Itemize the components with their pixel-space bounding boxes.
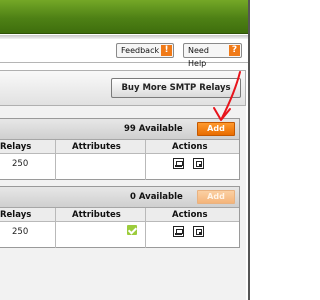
checkmark-icon	[127, 225, 137, 235]
add-relay-button-disabled[interactable]: Add	[197, 190, 235, 204]
column-header-relays: Relays	[0, 142, 32, 152]
available-count: 99 Available	[124, 124, 183, 134]
available-count: 0 Available	[130, 192, 183, 202]
exclamation-icon: !	[161, 45, 172, 56]
question-icon: ?	[229, 45, 240, 56]
column-header-attributes: Attributes	[72, 210, 121, 220]
relays-value: 250	[12, 227, 29, 237]
edit-icon[interactable]	[173, 226, 184, 237]
table-row: 250	[0, 155, 239, 173]
view-details-icon[interactable]	[193, 226, 204, 237]
column-header-row: Relays Attributes Actions	[0, 208, 239, 222]
table-row: 250	[0, 223, 239, 241]
column-header-actions: Actions	[172, 210, 208, 220]
relay-block: 0 Available Add Relays Attributes Action…	[0, 186, 240, 248]
add-relay-button[interactable]: Add	[197, 122, 235, 136]
column-header-relays: Relays	[0, 210, 32, 220]
need-help-label: Need Help	[188, 46, 209, 68]
relay-block: 99 Available Add Relays Attributes Actio…	[0, 118, 240, 180]
need-help-button[interactable]: Need Help ?	[183, 43, 242, 68]
relays-value: 250	[12, 159, 29, 169]
column-header-attributes: Attributes	[72, 142, 121, 152]
edit-icon[interactable]	[173, 158, 184, 169]
help-toolbar: Feedback ! Need Help ?	[0, 39, 248, 68]
feedback-button[interactable]: Feedback !	[116, 43, 174, 58]
page-frame-border	[248, 0, 250, 300]
relay-block-header: 99 Available Add	[0, 119, 239, 140]
feedback-label: Feedback	[121, 46, 160, 55]
relay-block-header: 0 Available Add	[0, 187, 239, 208]
column-header-row: Relays Attributes Actions	[0, 140, 239, 154]
column-header-actions: Actions	[172, 142, 208, 152]
buy-more-smtp-relays-button[interactable]: Buy More SMTP Relays	[111, 78, 241, 98]
top-header-bar	[0, 0, 248, 34]
smtp-relays-panel-header: Buy More SMTP Relays	[0, 70, 246, 106]
view-details-icon[interactable]	[193, 158, 204, 169]
